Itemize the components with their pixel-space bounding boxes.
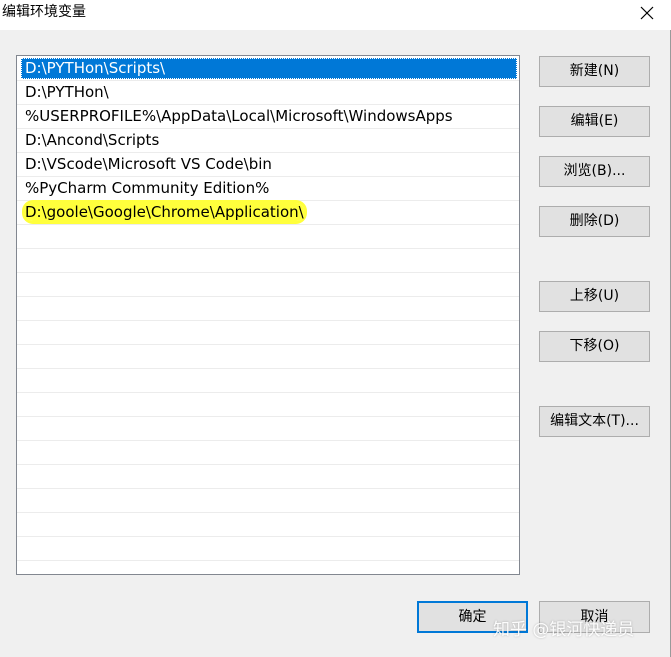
list-item-label	[21, 490, 517, 511]
list-item-label	[21, 298, 517, 319]
list-item[interactable]: %PyCharm Community Edition%	[17, 177, 519, 201]
list-item-label: D:\VScode\Microsoft VS Code\bin	[25, 155, 272, 173]
list-item-label: %PyCharm Community Edition%	[25, 179, 270, 197]
list-item-label	[21, 466, 517, 487]
list-item-label: D:\goole\Google\Chrome\Application\	[21, 202, 517, 223]
title-bar: 编辑环境变量	[0, 0, 671, 30]
list-item[interactable]: D:\PYTHon\	[17, 81, 519, 105]
list-item-label	[21, 250, 517, 271]
list-item[interactable]: D:\VScode\Microsoft VS Code\bin	[17, 153, 519, 177]
list-item-empty	[17, 441, 519, 465]
close-icon	[640, 6, 654, 20]
new-button[interactable]: 新建(N)	[539, 56, 650, 87]
list-item[interactable]: D:\Ancond\Scripts	[17, 129, 519, 153]
path-list[interactable]: D:\PYTHon\Scripts\ D:\PYTHon\ %USERPROFILE…	[16, 55, 520, 575]
list-item[interactable]: D:\PYTHon\Scripts\	[17, 57, 519, 81]
edit-button[interactable]: 编辑(E)	[539, 106, 650, 137]
list-item-label	[21, 418, 517, 439]
list-item-label	[21, 322, 517, 343]
list-item-label: %USERPROFILE%\AppData\Local\Microsoft\Wi…	[25, 107, 453, 125]
list-item-empty	[17, 321, 519, 345]
dialog-title: 编辑环境变量	[2, 4, 86, 20]
move-down-button[interactable]: 下移(O)	[539, 331, 650, 362]
watermark: 知乎 @银河快递员	[493, 620, 635, 640]
list-item-empty	[17, 465, 519, 489]
list-item-label	[21, 370, 517, 391]
list-item-empty	[17, 297, 519, 321]
list-item-label	[21, 346, 517, 367]
list-item-label	[21, 442, 517, 463]
move-up-button[interactable]: 上移(U)	[539, 281, 650, 312]
browse-button[interactable]: 浏览(B)...	[539, 156, 650, 187]
list-item-label: D:\PYTHon\	[25, 83, 109, 101]
list-item-label	[21, 226, 517, 247]
close-button[interactable]	[627, 0, 667, 28]
list-item-empty	[17, 273, 519, 297]
list-item-empty	[17, 417, 519, 441]
list-item-empty	[17, 489, 519, 513]
highlighted-path-text: D:\goole\Google\Chrome\Application\	[25, 203, 304, 221]
delete-button[interactable]: 删除(D)	[539, 206, 650, 237]
edit-text-button[interactable]: 编辑文本(T)...	[539, 406, 650, 437]
list-item-label	[21, 394, 517, 415]
list-item-empty	[17, 225, 519, 249]
list-item-empty	[17, 537, 519, 561]
list-item-label	[21, 538, 517, 559]
list-item-label: D:\PYTHon\Scripts\	[21, 58, 517, 79]
list-item-label	[21, 514, 517, 535]
list-item-label	[21, 274, 517, 295]
list-item[interactable]: %USERPROFILE%\AppData\Local\Microsoft\Wi…	[17, 105, 519, 129]
list-item-empty	[17, 513, 519, 537]
list-item-empty	[17, 369, 519, 393]
list-item-empty	[17, 345, 519, 369]
list-item-empty	[17, 393, 519, 417]
list-item-empty	[17, 249, 519, 273]
list-item[interactable]: D:\goole\Google\Chrome\Application\	[17, 201, 519, 225]
path-rows: D:\PYTHon\Scripts\ D:\PYTHon\ %USERPROFILE…	[17, 57, 519, 561]
edit-env-var-dialog: 编辑环境变量 D:\PYTHon\Scripts\ D:\PYTHon\ %USER…	[0, 0, 671, 657]
list-item-label: D:\Ancond\Scripts	[25, 131, 160, 149]
